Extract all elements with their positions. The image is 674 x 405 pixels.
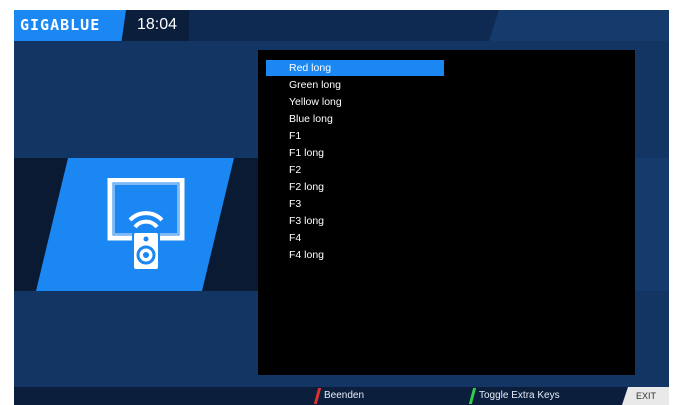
tv-screen: GIGABLUE 18:04 Red long Green long Yello… (14, 10, 669, 405)
list-item[interactable]: Blue long (266, 111, 444, 127)
exit-label: EXIT (636, 391, 657, 401)
key-list-window: Red long Green long Yellow long Blue lon… (258, 50, 635, 375)
remote-control-icon (106, 178, 186, 272)
top-bar: GIGABLUE 18:04 (14, 10, 669, 41)
exit-button[interactable]: EXIT (622, 387, 669, 405)
green-button-toggle-label[interactable]: Toggle Extra Keys (479, 387, 560, 405)
list-item[interactable]: F3 (266, 196, 444, 212)
red-button-exit-label[interactable]: Beenden (324, 387, 364, 405)
list-item[interactable]: F2 long (266, 179, 444, 195)
bottom-bar: Beenden Toggle Extra Keys (14, 387, 669, 405)
list-item[interactable]: F4 long (266, 247, 444, 263)
list-item[interactable]: Green long (266, 77, 444, 93)
list-item[interactable]: Red long (266, 60, 444, 76)
list-item[interactable]: F3 long (266, 213, 444, 229)
green-key-icon (468, 388, 477, 404)
list-item[interactable]: F1 long (266, 145, 444, 161)
red-key-icon (313, 388, 322, 404)
brand-logo-text: GIGABLUE (20, 16, 101, 34)
clock: 18:04 (137, 16, 178, 33)
list-item[interactable]: Yellow long (266, 94, 444, 110)
middle-band-right (634, 158, 669, 291)
list-item[interactable]: F2 (266, 162, 444, 178)
brand-logo: GIGABLUE (14, 10, 126, 41)
top-bar-right-accent (489, 10, 669, 41)
list-item[interactable]: F1 (266, 128, 444, 144)
icon-panel (36, 158, 234, 291)
list-item[interactable]: F4 (266, 230, 444, 246)
